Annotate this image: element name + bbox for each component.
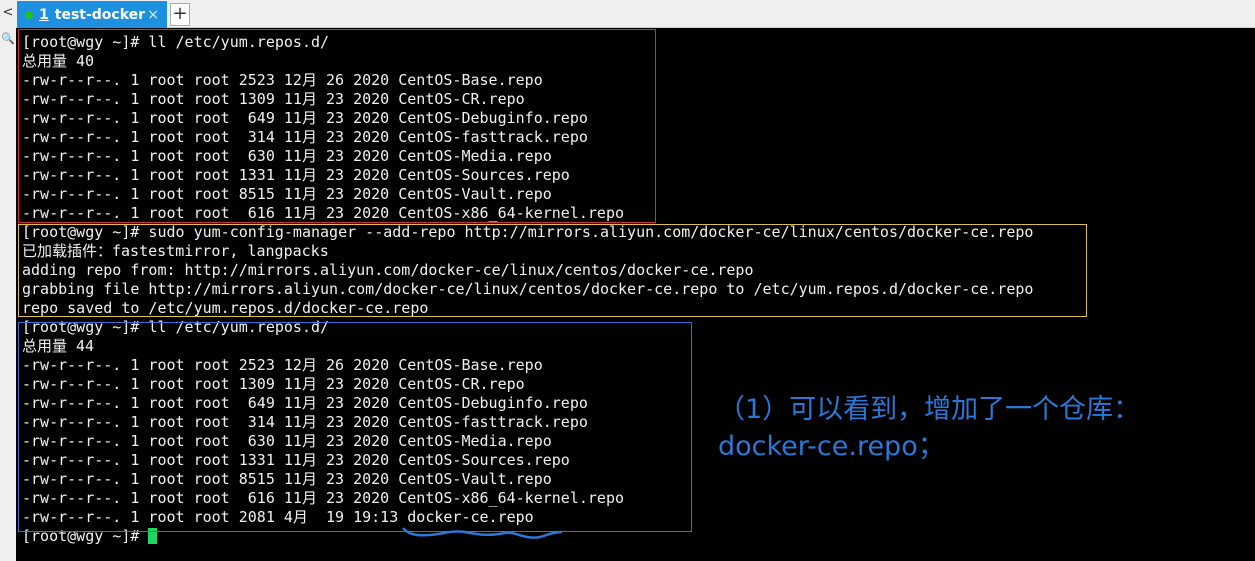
- highlight-box-before: [18, 29, 656, 223]
- search-icon[interactable]: 🔍: [0, 32, 16, 45]
- collapse-arrow-icon[interactable]: <: [0, 5, 16, 20]
- underline-scribble: [402, 527, 563, 539]
- highlight-box-add-repo: [18, 224, 1087, 317]
- annotation-line-2: docker-ce.repo；: [718, 431, 945, 462]
- side-strip: < 🔍: [0, 0, 16, 561]
- highlight-box-after: [18, 322, 692, 532]
- tab-test-docker[interactable]: 1 test-docker ×: [17, 1, 167, 28]
- close-tab-icon[interactable]: ×: [147, 7, 159, 23]
- tab-title: test-docker: [54, 6, 146, 23]
- connected-status-icon: [25, 10, 33, 19]
- annotation-line-1: （1）可以看到，增加了一个仓库：: [718, 394, 1141, 425]
- tab-number: 1: [39, 6, 49, 23]
- new-tab-button[interactable]: +: [170, 3, 190, 26]
- tab-bar: 1 test-docker × +: [0, 0, 1255, 28]
